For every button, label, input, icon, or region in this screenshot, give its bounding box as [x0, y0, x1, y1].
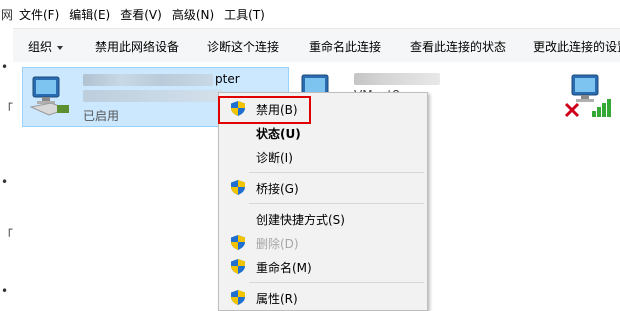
menu-item-rename[interactable]: 重命名(M) [219, 256, 427, 278]
uac-shield-icon [231, 290, 245, 305]
network-adapter-icon [564, 74, 611, 118]
left-edge-char: • [1, 175, 9, 189]
uac-shield-icon [231, 180, 245, 195]
chevron-down-icon [57, 45, 64, 50]
menu-item-bridge[interactable]: 桥接(G) [219, 177, 427, 199]
uac-shield-icon [231, 235, 245, 250]
adapter-name: pter [83, 72, 240, 86]
organize-label: 组织 [28, 40, 53, 54]
rename-button[interactable]: 重命名此连接 [309, 38, 381, 55]
redacted-text [83, 90, 223, 102]
menu-item-create-shortcut[interactable]: 创建快捷方式(S) [219, 208, 427, 230]
annotation-highlight-box [218, 96, 311, 124]
change-settings-button[interactable]: 更改此连接的设置 [533, 38, 620, 55]
disable-device-button[interactable]: 禁用此网络设备 [95, 38, 179, 55]
menu-separator [249, 172, 424, 173]
view-status-button[interactable]: 查看此连接的状态 [410, 38, 506, 55]
adapter-status: 已启用 [83, 109, 120, 123]
left-edge-char: 「 [1, 228, 14, 242]
menu-edit[interactable]: 编辑(E) [65, 6, 114, 23]
command-toolbar: 组织 禁用此网络设备 诊断这个连接 重命名此连接 查看此连接的状态 更改此连接的… [13, 28, 620, 63]
signal-bars-icon [592, 99, 611, 117]
menu-item-properties[interactable]: 属性(R) [219, 287, 427, 309]
left-edge-char: 网 [1, 8, 14, 22]
network-adapter-icon [29, 76, 69, 116]
menu-item-label: 桥接(G) [256, 182, 299, 196]
menu-item-diagnose[interactable]: 诊断(I) [219, 146, 427, 168]
menu-separator [249, 203, 424, 204]
left-edge-char: 「 [1, 102, 14, 116]
left-edge-char: • [1, 284, 9, 298]
uac-shield-icon [231, 259, 245, 274]
menu-item-label: 重命名(M) [256, 261, 312, 275]
menu-separator [249, 282, 424, 283]
menu-advanced[interactable]: 高级(N) [168, 6, 218, 23]
context-menu: 禁用(B) 状态(U) 诊断(I) 桥接(G) 创建快捷方式(S) 删除(D) … [218, 92, 428, 311]
menu-tools[interactable]: 工具(T) [220, 6, 269, 23]
left-edge-strip: 网 • 「 • 「 • [0, 0, 14, 309]
organize-button[interactable]: 组织 [28, 38, 64, 55]
menu-item-delete[interactable]: 删除(D) [219, 232, 427, 254]
menu-view[interactable]: 查看(V) [116, 6, 166, 23]
menu-item-label: 诊断(I) [256, 151, 293, 165]
menu-bar: 文件(F) 编辑(E) 查看(V) 高级(N) 工具(T) [13, 0, 620, 28]
menu-item-label: 创建快捷方式(S) [256, 213, 345, 227]
menu-item-status[interactable]: 状态(U) [219, 122, 427, 144]
diagnose-button[interactable]: 诊断这个连接 [207, 38, 279, 55]
menu-file[interactable]: 文件(F) [15, 6, 63, 23]
menu-item-label: 状态(U) [256, 127, 301, 141]
menu-item-label: 删除(D) [256, 237, 299, 251]
redacted-text [83, 73, 213, 86]
disconnected-x-icon [564, 102, 580, 118]
redacted-text [380, 73, 440, 85]
left-edge-char: • [1, 60, 9, 74]
menu-item-label: 属性(R) [256, 292, 298, 306]
